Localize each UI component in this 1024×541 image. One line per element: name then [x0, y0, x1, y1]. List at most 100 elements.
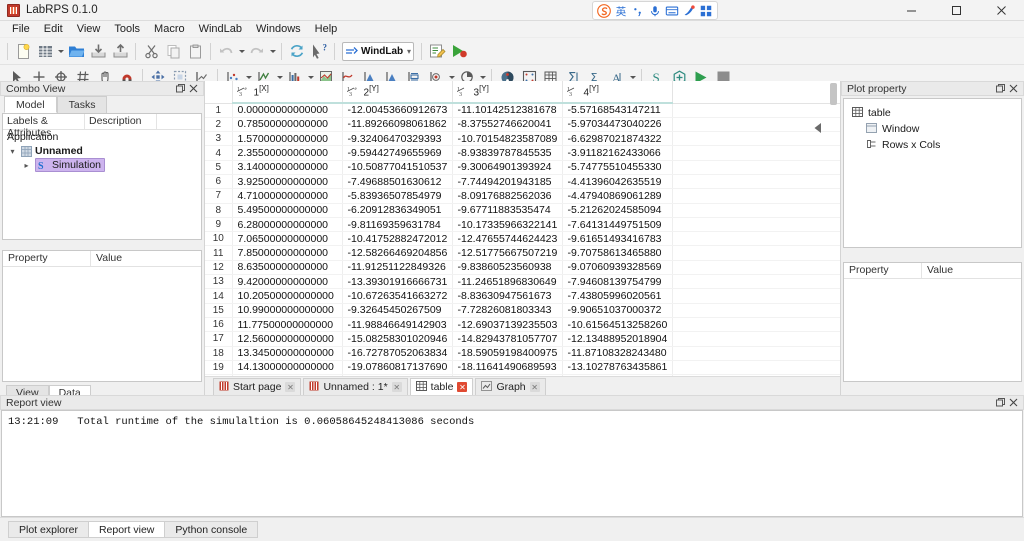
- table-cell[interactable]: -15.08258301020946: [342, 332, 452, 346]
- table-cell[interactable]: -14.82943781057707: [452, 332, 562, 346]
- table-cell[interactable]: -12.11548842858593: [562, 375, 672, 376]
- collapse-panel-arrow[interactable]: [812, 121, 824, 135]
- close-icon[interactable]: ✕: [392, 382, 402, 392]
- menu-edit[interactable]: Edit: [37, 21, 70, 38]
- table-cell[interactable]: 7.06500000000000: [232, 232, 342, 246]
- table-cell[interactable]: -9.67711883535474: [452, 203, 562, 217]
- plot-property-table[interactable]: Property Value: [843, 262, 1022, 382]
- table-cell[interactable]: -12.13488952018904: [562, 332, 672, 346]
- row-header[interactable]: 9: [205, 217, 232, 231]
- table-cell[interactable]: -18.11641490689593: [452, 360, 562, 374]
- float-icon[interactable]: [994, 396, 1007, 409]
- table-cell-filler[interactable]: [672, 289, 840, 303]
- sogou-logo-icon[interactable]: [597, 4, 611, 18]
- table-cell[interactable]: 0.00000000000000: [232, 103, 342, 117]
- chevron-down-icon[interactable]: ▾: [7, 146, 18, 157]
- table-body[interactable]: 10.00000000000000-12.00453660912673-11.1…: [205, 103, 840, 376]
- undo-button[interactable]: [215, 40, 237, 62]
- report-output[interactable]: 13:21:09 Total runtime of the simulaltio…: [1, 410, 1023, 517]
- table-row[interactable]: 63.92500000000000-7.49688501630612-7.744…: [205, 174, 840, 188]
- table-cell[interactable]: -11.91251122849326: [342, 260, 452, 274]
- maximize-button[interactable]: [934, 0, 979, 21]
- table-cell[interactable]: -9.30064901393924: [452, 160, 562, 174]
- table-cell[interactable]: -16.72787052063834: [342, 346, 452, 360]
- table-cell[interactable]: 0.78500000000000: [232, 117, 342, 131]
- table-cell[interactable]: -9.90651037000372: [562, 303, 672, 317]
- punctuation-icon[interactable]: [631, 4, 645, 18]
- table-cell[interactable]: -12.00453660912673: [342, 103, 452, 117]
- table-cell[interactable]: -12.58266469204856: [342, 246, 452, 260]
- row-header[interactable]: 6: [205, 174, 232, 188]
- close-button[interactable]: [979, 0, 1024, 21]
- row-header[interactable]: 15: [205, 303, 232, 317]
- bottom-tab-python-console[interactable]: Python console: [164, 521, 258, 538]
- table-cell[interactable]: -9.70758613465880: [562, 246, 672, 260]
- table-row[interactable]: 42.35500000000000-9.59442749655969-8.938…: [205, 146, 840, 160]
- data-table[interactable]: 13e 1[X] 13e 2[Y]: [205, 81, 840, 376]
- table-cell[interactable]: -8.83630947561673: [452, 289, 562, 303]
- row-header[interactable]: 18: [205, 346, 232, 360]
- table-cell[interactable]: -9.59442749655969: [342, 146, 452, 160]
- table-row[interactable]: 107.06500000000000-10.41752882472012-12.…: [205, 232, 840, 246]
- table-row[interactable]: 117.85000000000000-12.58266469204856-12.…: [205, 246, 840, 260]
- close-icon[interactable]: [187, 82, 200, 95]
- table-cell-filler[interactable]: [672, 346, 840, 360]
- doc-tab-table[interactable]: table ✕: [410, 378, 474, 395]
- table-cell-filler[interactable]: [672, 260, 840, 274]
- close-icon[interactable]: [1007, 396, 1020, 409]
- close-icon[interactable]: ✕: [530, 382, 540, 392]
- menu-windows[interactable]: Windows: [249, 21, 308, 38]
- plot-tree-item-table[interactable]: table: [844, 105, 1021, 121]
- new-document-button[interactable]: [12, 40, 34, 62]
- table-cell-filler[interactable]: [672, 232, 840, 246]
- table-row[interactable]: 1410.20500000000000-10.67263541663272-8.…: [205, 289, 840, 303]
- table-cell[interactable]: -9.61651493416783: [562, 232, 672, 246]
- table-cell[interactable]: -10.41752882472012: [342, 232, 452, 246]
- spreadsheet-view[interactable]: 13e 1[X] 13e 2[Y]: [205, 81, 840, 376]
- table-corner-cell[interactable]: [205, 81, 232, 103]
- tree-item-unnamed[interactable]: ▾ Unnamed: [3, 144, 201, 158]
- workbench-selector[interactable]: WindLab ▾: [342, 42, 414, 61]
- table-cell[interactable]: 14.91500000000000: [232, 375, 342, 376]
- table-cell-filler[interactable]: [672, 189, 840, 203]
- row-header[interactable]: 2: [205, 117, 232, 131]
- undo-dropdown[interactable]: [237, 40, 246, 62]
- table-cell[interactable]: -9.81169359631784: [342, 217, 452, 231]
- new-spreadsheet-dropdown[interactable]: [56, 40, 65, 62]
- column-header-1[interactable]: 13e 1[X]: [232, 81, 342, 103]
- language-mode-icon[interactable]: 英: [614, 4, 628, 18]
- tab-model[interactable]: Model: [4, 96, 57, 113]
- table-cell[interactable]: 13.34500000000000: [232, 346, 342, 360]
- redo-dropdown[interactable]: [268, 40, 277, 62]
- scrollbar-thumb[interactable]: [830, 83, 837, 105]
- table-cell[interactable]: -10.67263541663272: [342, 289, 452, 303]
- skin-icon[interactable]: [682, 4, 696, 18]
- close-icon[interactable]: ✕: [285, 382, 295, 392]
- table-cell[interactable]: -18.99787937907397: [452, 375, 562, 376]
- menu-macro[interactable]: Macro: [147, 21, 192, 38]
- table-cell[interactable]: 9.42000000000000: [232, 275, 342, 289]
- table-cell[interactable]: -8.37552746620041: [452, 117, 562, 131]
- table-cell-filler[interactable]: [672, 174, 840, 188]
- row-header[interactable]: 7: [205, 189, 232, 203]
- model-tree[interactable]: Labels & Attributes Description Applicat…: [2, 113, 202, 240]
- tree-root-application[interactable]: Application: [3, 130, 201, 144]
- table-cell[interactable]: 7.85000000000000: [232, 246, 342, 260]
- table-cell[interactable]: -13.39301916666731: [342, 275, 452, 289]
- table-cell[interactable]: 10.20500000000000: [232, 289, 342, 303]
- table-row[interactable]: 1510.99000000000000-9.32645450267509-7.7…: [205, 303, 840, 317]
- table-cell-filler[interactable]: [672, 303, 840, 317]
- refresh-button[interactable]: [286, 40, 308, 62]
- table-cell[interactable]: -17.81916367494165: [342, 375, 452, 376]
- table-cell[interactable]: 12.56000000000000: [232, 332, 342, 346]
- minimize-button[interactable]: [889, 0, 934, 21]
- new-spreadsheet-button[interactable]: [34, 40, 56, 62]
- table-row[interactable]: 96.28000000000000-9.81169359631784-10.17…: [205, 217, 840, 231]
- plot-property-tree[interactable]: table Window Rows x Cols: [843, 98, 1022, 248]
- table-row[interactable]: 1712.56000000000000-15.08258301020946-14…: [205, 332, 840, 346]
- table-row[interactable]: 53.14000000000000-10.50877041510537-9.30…: [205, 160, 840, 174]
- table-cell[interactable]: -7.64131449751509: [562, 217, 672, 231]
- menu-file[interactable]: File: [5, 21, 37, 38]
- table-cell[interactable]: -6.20912836349051: [342, 203, 452, 217]
- table-cell[interactable]: -5.83936507854979: [342, 189, 452, 203]
